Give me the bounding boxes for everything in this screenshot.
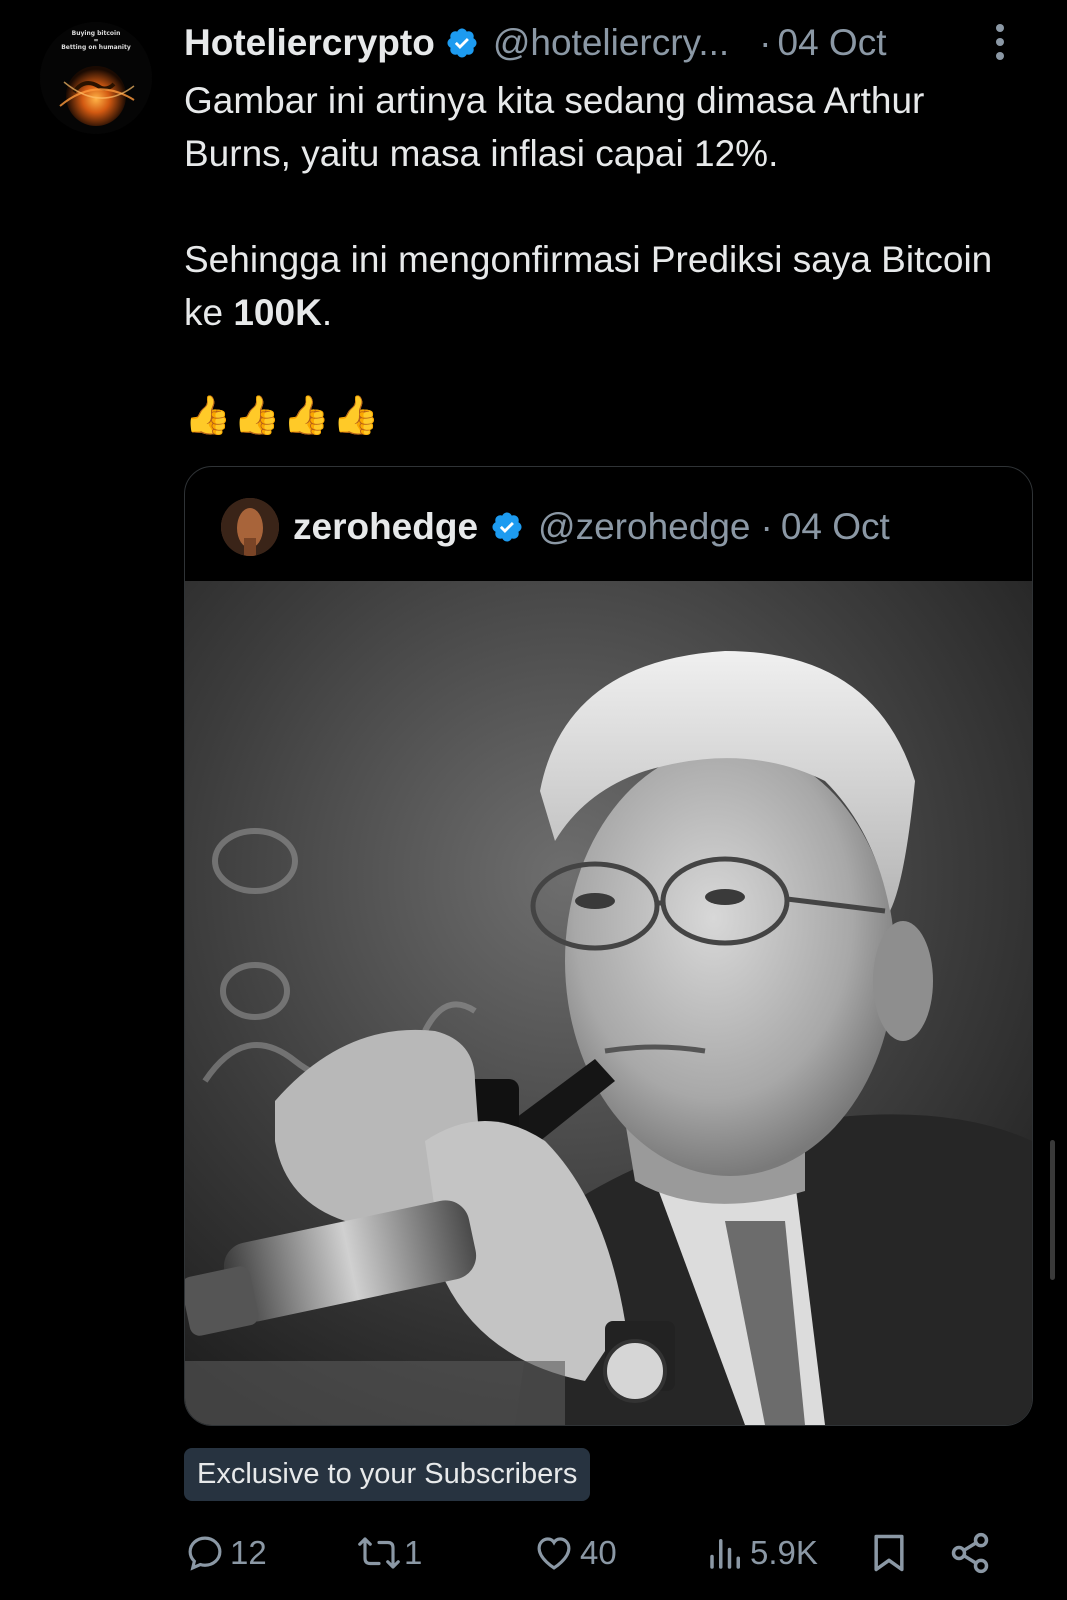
reply-count: 12 xyxy=(230,1534,267,1571)
avatar-caption-2: = xyxy=(93,37,99,44)
share-button[interactable] xyxy=(948,1528,992,1578)
quoted-separator-dot: · xyxy=(760,506,773,547)
tweet-action-bar: 12 1 40 5.9K xyxy=(184,1528,1014,1578)
repost-button[interactable]: 1 xyxy=(356,1528,422,1578)
views-icon xyxy=(710,1539,740,1569)
like-button[interactable]: 40 xyxy=(532,1528,617,1578)
reply-icon xyxy=(188,1536,222,1571)
avatar-caption-3: Betting on humanity xyxy=(61,44,131,51)
verified-badge-icon[interactable] xyxy=(490,510,524,544)
quoted-tweet-date[interactable]: 04 Oct xyxy=(781,506,890,548)
quoted-tweet-card[interactable]: zerohedge @zerohedge · 04 Oct xyxy=(184,466,1033,1426)
author-name[interactable]: Hoteliercrypto xyxy=(184,22,435,64)
reply-button[interactable]: 12 xyxy=(184,1528,267,1578)
like-icon xyxy=(537,1537,571,1570)
bookmark-icon xyxy=(874,1534,904,1572)
quoted-author-name[interactable]: zerohedge xyxy=(293,506,478,548)
verified-badge-icon[interactable] xyxy=(445,26,479,60)
tweet-date[interactable]: 04 Oct xyxy=(778,22,887,64)
more-options-icon[interactable] xyxy=(990,24,1010,68)
share-icon xyxy=(951,1532,989,1574)
repost-icon xyxy=(358,1537,400,1569)
exclusive-subscribers-badge: Exclusive to your Subscribers xyxy=(184,1448,591,1501)
tweet-text-bold: 100K xyxy=(233,292,322,333)
author-handle[interactable]: @hoteliercry... xyxy=(493,22,729,64)
tweet-header: Hoteliercrypto @hoteliercry... · 04 Oct xyxy=(184,18,1044,68)
views-count: 5.9K xyxy=(750,1534,818,1571)
thumbs-up-emojis: 👍👍👍👍 xyxy=(184,395,382,437)
quoted-author-handle[interactable]: @zerohedge xyxy=(538,506,750,548)
scrollbar[interactable] xyxy=(1050,1140,1055,1280)
tweet-text-paragraph-2: Sehingga ini mengonfirmasi Prediksi saya… xyxy=(184,233,1024,339)
bookmark-button[interactable] xyxy=(870,1528,908,1578)
quoted-tweet-header: zerohedge @zerohedge · 04 Oct xyxy=(221,497,890,557)
author-avatar[interactable]: Buying bitcoin = Betting on humanity xyxy=(40,22,152,134)
separator-dot: · xyxy=(759,22,772,63)
tweet-text: Gambar ini artinya kita sedang dimasa Ar… xyxy=(184,74,1024,339)
like-count: 40 xyxy=(580,1534,617,1571)
tweet-text-paragraph-1: Gambar ini artinya kita sedang dimasa Ar… xyxy=(184,80,925,174)
quoted-tweet-photo[interactable] xyxy=(185,581,1032,1425)
views-button[interactable]: 5.9K xyxy=(706,1528,818,1578)
quoted-author-avatar[interactable] xyxy=(221,498,279,556)
avatar-caption-1: Buying bitcoin xyxy=(71,30,121,37)
repost-count: 1 xyxy=(404,1534,423,1571)
tweet-text-suffix: . xyxy=(321,292,333,333)
